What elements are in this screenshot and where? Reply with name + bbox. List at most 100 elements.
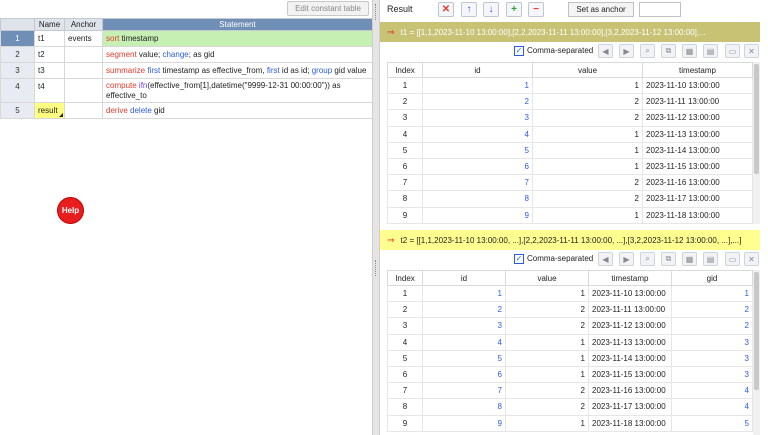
table-cell[interactable]: 5 (387, 141, 423, 159)
cell-anchor[interactable] (64, 62, 103, 79)
cell-anchor[interactable]: events (64, 30, 103, 47)
table-row[interactable]: 6 6 1 2023-11-15 13:00:00 3 (387, 365, 753, 384)
help-button[interactable]: Help (58, 198, 83, 223)
copy-icon[interactable]: ⧉ (661, 252, 676, 266)
table-cell[interactable]: 1 (422, 284, 506, 303)
table-cell[interactable]: 3 (671, 365, 753, 384)
script-row[interactable]: 2 t2 segment value; change; as gid (0, 46, 373, 63)
column-header[interactable]: Index (387, 62, 423, 78)
table-cell[interactable]: 1 (505, 365, 589, 384)
table-row[interactable]: 7 7 2 2023-11-16 13:00:00 4 (387, 382, 753, 400)
row-number[interactable]: 1 (0, 30, 35, 47)
table-cell[interactable]: 2 (422, 93, 533, 111)
table-cell[interactable]: 4 (422, 125, 533, 143)
export-icon[interactable]: ▤ (703, 44, 718, 58)
column-header[interactable]: timestamp (588, 270, 672, 286)
table-cell[interactable]: 4 (387, 333, 423, 351)
table-cell[interactable]: 2 (505, 301, 589, 319)
close-icon[interactable]: ✕ (438, 2, 454, 17)
table-cell[interactable]: 2023-11-13 13:00:00 (642, 125, 753, 143)
table-cell[interactable]: 1 (505, 414, 589, 432)
table-row[interactable]: 6 6 1 2023-11-15 13:00:00 (387, 157, 753, 176)
t1-value-bar[interactable]: ⇒ t1 = [[1,1,2023-11-10 13:00:00],[2,2,2… (380, 22, 760, 42)
table-cell[interactable]: 1 (387, 76, 423, 95)
table-cell[interactable]: 3 (422, 317, 506, 335)
table-cell[interactable]: 5 (422, 349, 506, 367)
table-cell[interactable]: 9 (422, 414, 506, 432)
table-cell[interactable]: 2 (505, 317, 589, 335)
table-cell[interactable]: 2023-11-15 13:00:00 (642, 157, 753, 176)
table-cell[interactable]: 6 (422, 157, 533, 176)
table-row[interactable]: 8 8 2 2023-11-17 13:00:00 4 (387, 398, 753, 416)
table-cell[interactable]: 2023-11-17 13:00:00 (642, 190, 753, 208)
table-row[interactable]: 2 2 2 2023-11-11 13:00:00 (387, 93, 753, 111)
table-cell[interactable]: 2023-11-17 13:00:00 (588, 398, 672, 416)
table-row[interactable]: 4 4 1 2023-11-13 13:00:00 (387, 125, 753, 143)
table-cell[interactable]: 8 (422, 190, 533, 208)
arrow-down-icon[interactable]: ↓ (483, 2, 499, 17)
table-cell[interactable]: 4 (422, 333, 506, 351)
table-row[interactable]: 3 3 2 2023-11-12 13:00:00 (387, 109, 753, 127)
table-cell[interactable]: 8 (387, 190, 423, 208)
table-cell[interactable]: 2023-11-14 13:00:00 (642, 141, 753, 159)
table-cell[interactable]: 2 (505, 382, 589, 400)
arrow-right-icon[interactable]: ▶ (619, 44, 634, 58)
close-icon[interactable]: ✕ (744, 252, 759, 266)
table-cell[interactable]: 6 (387, 365, 423, 384)
table-cell[interactable]: 3 (671, 333, 753, 351)
table-row[interactable]: 1 1 1 2023-11-10 13:00:00 (387, 76, 753, 95)
table-cell[interactable]: 5 (422, 141, 533, 159)
script-row[interactable]: 3 t3 summarize first timestamp as effectiv… (0, 62, 373, 79)
table-cell[interactable]: 2 (505, 398, 589, 416)
arrow-right-icon[interactable]: ▶ (619, 252, 634, 266)
table-cell[interactable]: 9 (387, 414, 423, 432)
copy-icon[interactable]: ⧉ (661, 44, 676, 58)
table-cell[interactable]: 2023-11-10 13:00:00 (642, 76, 753, 95)
cell-anchor[interactable] (64, 46, 103, 63)
table-cell[interactable]: 5 (387, 349, 423, 367)
row-number[interactable]: 2 (0, 46, 35, 63)
table-row[interactable]: 9 9 1 2023-11-18 13:00:00 5 (387, 414, 753, 432)
table-row[interactable]: 7 7 2 2023-11-16 13:00:00 (387, 174, 753, 192)
table-cell[interactable]: 1 (532, 141, 643, 159)
table-cell[interactable]: 2023-11-16 13:00:00 (642, 174, 753, 192)
cell-name[interactable]: t2 (34, 46, 65, 63)
table-cell[interactable]: 1 (387, 284, 423, 303)
table-cell[interactable]: 4 (671, 398, 753, 416)
table-row[interactable]: 5 5 1 2023-11-14 13:00:00 (387, 141, 753, 159)
cell-name[interactable]: t4 (34, 78, 65, 103)
cell-name[interactable]: result (34, 102, 65, 119)
anchor-column-header[interactable]: Anchor (64, 18, 103, 31)
table-cell[interactable]: 2 (671, 301, 753, 319)
table-cell[interactable]: 2023-11-10 13:00:00 (588, 284, 672, 303)
table-cell[interactable]: 7 (387, 382, 423, 400)
table-cell[interactable]: 1 (671, 284, 753, 303)
t2-value-bar[interactable]: ⇒ t2 = [[1,1,2023-11-10 13:00:00, ...],[… (380, 230, 760, 250)
edit-constant-table-button[interactable]: Edit constant table (287, 1, 369, 16)
table-cell[interactable]: 9 (422, 206, 533, 224)
export-icon[interactable]: ▤ (703, 252, 718, 266)
table-cell[interactable]: 6 (387, 157, 423, 176)
script-row[interactable]: 1 t1 events sort timestamp (0, 30, 373, 47)
table-cell[interactable]: 1 (532, 157, 643, 176)
cell-statement[interactable]: compute ifn(effective_from[1],datetime("… (102, 78, 373, 103)
table-cell[interactable]: 2 (532, 109, 643, 127)
scroll-thumb[interactable] (754, 64, 759, 174)
table-cell[interactable]: 2 (387, 301, 423, 319)
cell-statement[interactable]: derive delete gid (102, 102, 373, 119)
table-cell[interactable]: 1 (505, 284, 589, 303)
column-header[interactable]: gid (671, 270, 753, 286)
search-icon[interactable]: ⌕ (640, 252, 655, 266)
t2-scrollbar[interactable] (753, 270, 760, 435)
column-header[interactable]: Index (387, 270, 423, 286)
table-cell[interactable]: 1 (532, 206, 643, 224)
t1-scrollbar[interactable] (753, 62, 760, 224)
table-cell[interactable]: 8 (387, 398, 423, 416)
table-icon[interactable]: ▦ (682, 252, 697, 266)
table-cell[interactable]: 2 (422, 301, 506, 319)
plus-icon[interactable]: + (506, 2, 522, 17)
window-icon[interactable]: ▭ (725, 252, 740, 266)
table-cell[interactable]: 1 (532, 76, 643, 95)
cell-statement[interactable]: sort timestamp (102, 30, 373, 47)
table-cell[interactable]: 3 (671, 349, 753, 367)
